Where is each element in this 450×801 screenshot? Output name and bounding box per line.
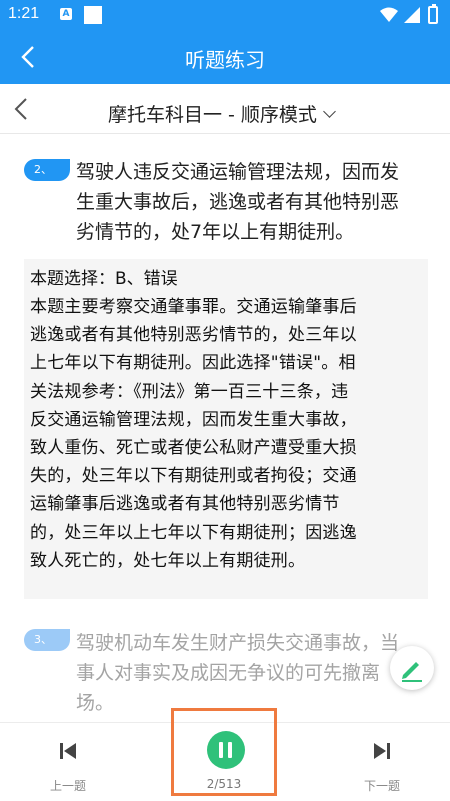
previous-question-button[interactable]: 上一题 xyxy=(8,723,128,801)
explanation-line: 的，处三年以上七年以下有期徒刑；因逃逸 xyxy=(30,522,357,543)
notification-square-icon xyxy=(84,6,102,24)
notification-a-icon: A xyxy=(60,8,72,20)
battery-icon xyxy=(428,4,438,24)
answer-explanation: 本题选择：B、错误 本题主要考察交通肇事罪。交通运输肇事后 逃逸或者有其他特别恶… xyxy=(24,259,428,599)
question-number-badge: 2、 xyxy=(24,159,70,181)
next-question-button[interactable]: 下一题 xyxy=(322,723,442,801)
wifi-icon xyxy=(380,7,398,22)
chevron-left-icon[interactable] xyxy=(10,94,34,124)
question-text: 驾驶人违反交通运输管理法规，因而发 生重大事故后，逃逸或者有其他特别恶 劣情节的… xyxy=(76,157,424,247)
skip-previous-icon xyxy=(60,743,76,759)
explanation-line: 逃逸或者有其他特别恶劣情节的，处三年以 xyxy=(30,325,357,346)
edit-fab-button[interactable] xyxy=(390,646,434,690)
status-time: 1:21 xyxy=(8,5,40,22)
question-progress: 2/513 xyxy=(206,777,242,791)
status-bar: 1:21 A xyxy=(0,0,450,30)
explanation-line: 致人死亡的，处七年以上有期徒刑。 xyxy=(30,550,306,571)
question-line: 驾驶人违反交通运输管理法规，因而发 xyxy=(76,161,400,183)
explanation-line: 关法规参考：《刑法》第一百三十三条，违 xyxy=(30,381,349,402)
question-line: 事人对事实及成因无争议的可先撤离 xyxy=(76,662,381,684)
pause-icon xyxy=(228,742,232,758)
previous-label: 上一题 xyxy=(49,779,86,793)
app-bar: 听题练习 xyxy=(0,30,450,84)
explanation-line: 运输肇事后逃逸或者有其他特别恶劣情节 xyxy=(30,494,340,515)
question-line: 驾驶机动车发生财产损失交通事故，当 xyxy=(76,632,400,654)
signal-icon xyxy=(404,7,420,23)
skip-next-icon xyxy=(374,743,390,759)
mode-dropdown[interactable]: 摩托车科目一 - 顺序模式 xyxy=(108,100,336,127)
explanation-line: 致人重伤、死亡或者使公私财产遭受重大损 xyxy=(30,438,357,459)
mode-dropdown-label: 摩托车科目一 - 顺序模式 xyxy=(108,104,317,126)
playback-control: 2/513 xyxy=(171,708,277,796)
explanation-text: 本题主要考察交通肇事罪。交通运输肇事后 逃逸或者有其他特别恶劣情节的，处三年以 … xyxy=(30,293,422,575)
next-label: 下一题 xyxy=(363,779,400,793)
pen-icon xyxy=(402,662,422,682)
question-line: 生重大事故后，逃逸或者有其他特别恶 xyxy=(76,191,400,213)
pause-icon xyxy=(219,742,223,758)
explanation-line: 失的，处三年以下有期徒刑或者拘役；交通 xyxy=(30,466,357,487)
question-text: 驾驶机动车发生财产损失交通事故，当 事人对事实及成因无争议的可先撤离 场。 xyxy=(76,628,424,718)
page-title: 听题练习 xyxy=(185,48,265,72)
question-line: 劣情节的，处7年以上有期徒刑。 xyxy=(76,221,355,243)
pause-button[interactable] xyxy=(207,731,245,769)
subheader: 摩托车科目一 - 顺序模式 xyxy=(0,84,450,134)
explanation-line: 本题主要考察交通肇事罪。交通运输肇事后 xyxy=(30,297,357,317)
question-number-badge: 3、 xyxy=(24,629,70,651)
explanation-line: 反交通运输管理法规，因而发生重大事故， xyxy=(30,409,357,430)
explanation-line: 上七年以下有期徒刑。因此选择"错误"。相 xyxy=(30,353,356,374)
answer-choice: 本题选择：B、错误 xyxy=(30,269,178,289)
chevron-down-icon xyxy=(323,105,336,118)
